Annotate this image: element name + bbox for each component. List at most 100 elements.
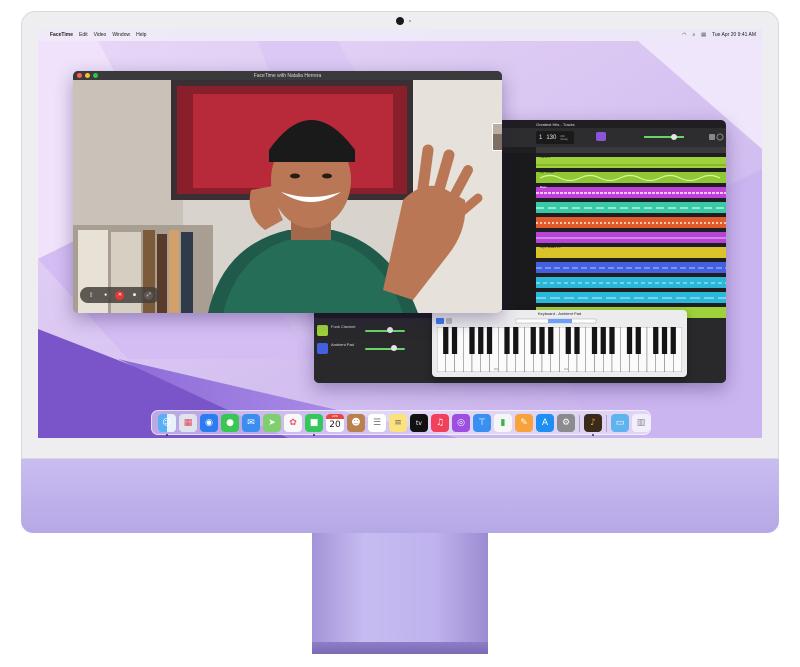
piano-black-key[interactable] [574,327,580,354]
downloads-folder-icon[interactable]: ▭ [611,414,629,432]
octave-label: C4 [564,367,568,371]
trash-icon[interactable]: ▥ [632,414,650,432]
piano-black-key[interactable] [478,327,484,354]
sidebar-icon[interactable]: ▯ [86,290,96,300]
volume-knob[interactable] [387,327,393,333]
menu-video[interactable]: Video [94,32,107,38]
track-row[interactable] [536,290,726,303]
end-call-button[interactable]: ✕ [115,290,125,300]
track-row[interactable]: Light Speed FX [536,245,726,258]
calendar-icon[interactable]: APR 20 [326,414,344,432]
self-view-thumbnail[interactable] [492,123,502,151]
piano-black-key[interactable] [469,327,475,354]
reminders-icon[interactable]: ☰ [368,414,386,432]
volume-fader[interactable] [365,330,405,332]
piano-black-key[interactable] [591,327,598,354]
menu-bar: FaceTime Edit Video Window Help ◠ ⌕ ▤ Tu… [38,29,762,41]
piano-black-key[interactable] [565,327,571,354]
keynote-icon[interactable]: ⊤ [473,414,491,432]
piano-black-key[interactable] [530,327,536,354]
track-label: Verse 1 [540,155,551,159]
spotlight-icon[interactable]: ⌕ [692,32,695,38]
track-row[interactable] [536,260,726,273]
facetime-titlebar: FaceTime with Natalia Herrera [73,71,502,80]
camera-icon [396,17,404,25]
pages-icon[interactable]: ✎ [515,414,533,432]
garageband-title: Greatest Hits - Tracks [536,122,575,127]
maps-icon[interactable]: ➤ [263,414,281,432]
piano-black-key[interactable] [443,327,449,354]
piano-black-key[interactable] [451,327,458,354]
mail-icon[interactable]: ✉ [242,414,260,432]
calendar-day: 20 [329,420,341,430]
wifi-icon[interactable]: ◠ [682,32,686,38]
keyboard-window: Keyboard - Ambient Pad C3 C4 [432,310,687,377]
menu-edit[interactable]: Edit [79,32,88,38]
piano-black-key[interactable] [670,327,676,354]
piano-black-key[interactable] [548,327,554,354]
apple-tv-label: tv [416,419,422,427]
microphone-icon[interactable]: ● [101,290,111,300]
imac-chin [21,459,779,533]
piano-black-key[interactable] [609,327,615,354]
finder-icon[interactable]: ☺ [158,414,176,432]
piano-black-key[interactable] [600,327,606,354]
menu-help[interactable]: Help [136,32,146,38]
piano-black-key[interactable] [513,327,519,354]
podcasts-icon[interactable]: ◎ [452,414,470,432]
system-preferences-icon[interactable]: ⚙ [557,414,575,432]
menu-clock[interactable]: Tue Apr 20 9:41 AM [712,32,756,38]
track-row[interactable]: Verse 1 [536,155,726,168]
photos-icon[interactable]: ✿ [284,414,302,432]
contacts-icon[interactable]: ☻ [347,414,365,432]
piano-black-key[interactable] [635,327,641,354]
lcd-display[interactable]: 1 130 4/4 Cmaj [536,131,574,144]
smart-control-row[interactable]: Funk Clavinet [317,324,419,338]
piano-black-key[interactable] [653,327,659,354]
facetime-video-feed [73,80,502,313]
facetime-title: FaceTime with Natalia Herrera [253,72,322,79]
numbers-icon[interactable]: ▮ [494,414,512,432]
piano-black-key[interactable] [661,327,668,354]
control-center-icon[interactable]: ▤ [701,32,706,38]
facetime-icon[interactable]: ■ [305,414,323,432]
music-icon[interactable]: ♫ [431,414,449,432]
track-row[interactable] [536,215,726,228]
track-row[interactable] [536,275,726,288]
octave-label: C3 [494,367,498,371]
piano-keyboard[interactable]: C3 C4 [437,327,682,372]
facetime-window: FaceTime with Natalia Herrera [73,71,502,313]
apple-tv-icon[interactable]: tv [410,414,428,432]
messages-icon[interactable]: ● [221,414,239,432]
app-store-icon[interactable]: A [536,414,554,432]
menu-app-name[interactable]: FaceTime [50,32,73,38]
volume-knob[interactable] [391,345,397,351]
garageband-icon[interactable]: ♪ [584,414,602,432]
camera-toggle-icon[interactable]: ■ [129,290,139,300]
fullscreen-icon[interactable]: ⤢ [144,290,154,300]
keyboard-range-selector[interactable] [432,318,687,325]
piano-black-key[interactable] [539,327,545,354]
master-volume-slider[interactable] [614,132,726,143]
smart-control-row[interactable]: Ambient Pad [317,342,419,356]
track-row[interactable] [536,200,726,213]
piano-black-key[interactable] [504,327,510,354]
track-row[interactable]: Lily Vocals [536,170,726,183]
imac-stand [312,533,488,653]
notes-icon[interactable]: ≡ [389,414,407,432]
launchpad-icon[interactable]: ▦ [179,414,197,432]
library-icon[interactable] [709,134,715,140]
imac-stand-foot [312,642,488,654]
menu-window[interactable]: Window [112,32,130,38]
loop-browser-icon[interactable] [716,133,724,141]
piano-black-key[interactable] [626,327,633,354]
tuner-icon[interactable] [596,132,606,141]
track-row[interactable] [536,230,726,243]
volume-fader[interactable] [365,348,405,350]
track-label: Light Speed FX [540,245,561,249]
running-indicator [592,434,594,436]
lcd-bar: 1 [539,134,543,141]
piano-black-key[interactable] [486,327,493,354]
track-row[interactable]: Bass [536,185,726,198]
safari-icon[interactable]: ◉ [200,414,218,432]
